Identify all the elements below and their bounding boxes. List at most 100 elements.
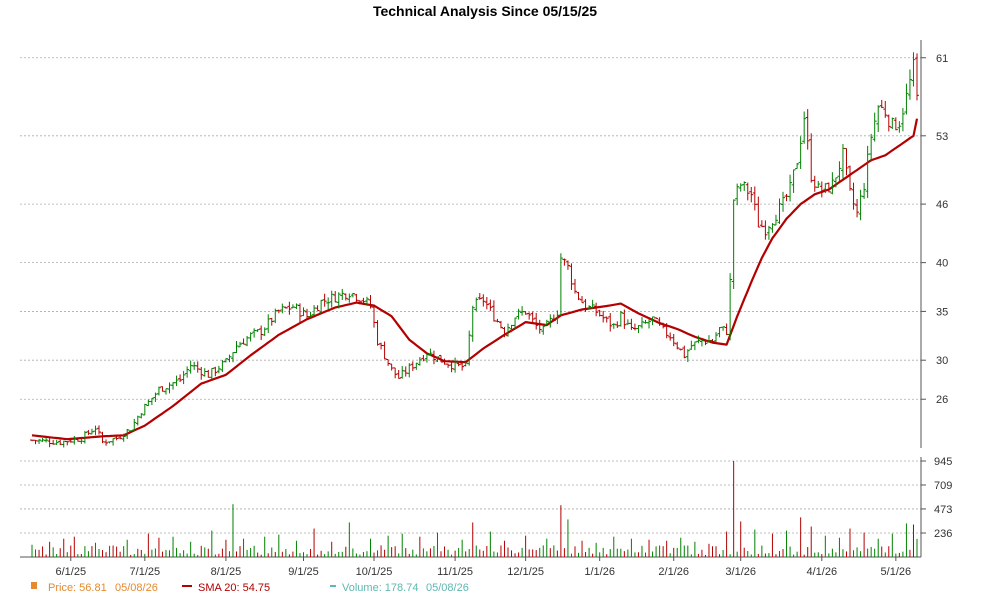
price-bar [562, 258, 567, 266]
price-bar [636, 325, 641, 334]
price-bar [142, 403, 147, 416]
price-bar [671, 333, 676, 347]
price-bar [900, 108, 905, 132]
axis-labels: 26 30 35 40 46 53 61 236 473 709 945 6/1/25 7/1/25 8/… [55, 53, 952, 578]
price-bar [51, 439, 56, 445]
price-bar [572, 278, 577, 294]
price-bar [128, 430, 133, 432]
price-bar [202, 368, 207, 377]
price-bar [816, 181, 821, 189]
technical-analysis-chart: Technical Analysis Since 05/15/25 26 30 35… [20, 3, 952, 594]
price-bar [752, 186, 757, 211]
price-bar [245, 335, 250, 347]
price-tick-label: 35 [936, 306, 948, 318]
price-bar [869, 133, 874, 162]
legend-sma-label: SMA 20: 54.75 [198, 582, 270, 594]
price-bar [484, 296, 489, 310]
price-bar [396, 369, 401, 379]
price-bar [470, 305, 475, 342]
price-bar [185, 366, 190, 378]
price-bar [639, 317, 644, 329]
price-bar [283, 306, 288, 309]
price-bar [682, 345, 687, 359]
price-bar [456, 362, 461, 367]
price-bar [372, 304, 377, 328]
volume-tick-label: 945 [934, 456, 952, 468]
price-bar [745, 182, 750, 201]
price-bar [629, 318, 634, 330]
price-bar [192, 361, 197, 370]
price-bar [343, 293, 348, 301]
price-bar [44, 437, 49, 443]
price-bar [897, 121, 902, 133]
price-bar [604, 316, 609, 323]
x-tick-label: 9/1/25 [288, 566, 319, 578]
price-bar [206, 369, 211, 378]
price-bar [86, 430, 91, 436]
price-bar [160, 386, 165, 392]
legend-volume-label: Volume: 178.74 [342, 582, 418, 594]
price-bar [410, 361, 415, 371]
price-bar [770, 223, 775, 233]
price-bar [290, 304, 295, 309]
price-bar [234, 340, 239, 354]
x-tick-label: 12/1/25 [507, 566, 544, 578]
price-bar [580, 296, 585, 304]
price-bar [54, 439, 59, 446]
price-bar [354, 293, 359, 303]
price-bar [840, 144, 845, 179]
price-bar [809, 133, 814, 183]
price-bar [576, 291, 581, 301]
price-bar [805, 109, 810, 150]
price-bar [830, 172, 835, 195]
price-bar [241, 338, 246, 345]
price-bar [230, 352, 235, 363]
x-tick-label: 8/1/25 [211, 566, 242, 578]
price-bar [523, 311, 528, 315]
price-bar [424, 353, 429, 363]
price-bar [802, 111, 807, 144]
price-bar [393, 367, 398, 379]
price-bar [58, 439, 63, 446]
price-bar [414, 362, 419, 370]
price-bar [491, 300, 496, 322]
price-bar [322, 293, 327, 307]
price-bar [65, 441, 70, 446]
price-bar [784, 194, 789, 202]
x-tick-label: 1/1/26 [584, 566, 615, 578]
price-bar [213, 366, 218, 377]
price-tick-label: 46 [936, 199, 948, 211]
price-bar [668, 332, 673, 341]
price-bar [61, 440, 66, 448]
price-bar [220, 360, 225, 372]
chart-title: Technical Analysis Since 05/15/25 [373, 3, 597, 19]
price-bar [104, 439, 109, 446]
price-bar [266, 314, 271, 334]
price-bar [368, 295, 373, 309]
price-bar [893, 117, 898, 131]
x-tick-label: 4/1/26 [807, 566, 838, 578]
legend-price-date: 05/08/26 [115, 582, 158, 594]
price-bar [647, 318, 652, 329]
volume-tick-label: 709 [934, 480, 952, 492]
price-bar [389, 363, 394, 371]
price-bar [33, 439, 38, 445]
price-bar [329, 290, 334, 308]
price-bar [269, 317, 274, 326]
price-bar [812, 175, 817, 192]
price-bar [714, 332, 719, 343]
price-bar [47, 437, 52, 448]
price-bar [537, 319, 542, 334]
price-bar [326, 297, 331, 310]
price-bar [862, 183, 867, 199]
price-bar [297, 303, 302, 323]
grid-layer [20, 40, 926, 558]
price-bar [93, 425, 98, 436]
price-bar [527, 312, 532, 320]
price-bar [495, 318, 500, 323]
price-bar [699, 339, 704, 347]
price-tick-label: 53 [936, 131, 948, 143]
price-bar [255, 329, 260, 332]
price-bar [89, 428, 94, 435]
price-bar [209, 367, 214, 380]
